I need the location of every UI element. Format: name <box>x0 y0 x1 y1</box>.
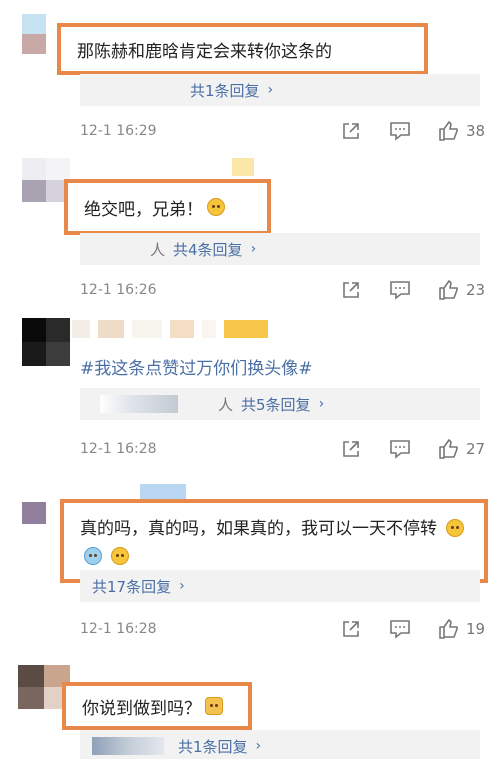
reply-count-link[interactable]: 共17条回复 <box>92 576 171 597</box>
reply-box[interactable]: 共17条回复 › <box>80 570 480 602</box>
timestamp: 12-1 16:26 <box>80 282 157 298</box>
crying-emoji-icon <box>84 547 102 565</box>
comment-button[interactable] <box>389 280 411 300</box>
like-count: 27 <box>466 440 486 458</box>
comment-text: 你说到做到吗？ <box>82 698 201 719</box>
share-button[interactable] <box>341 439 361 459</box>
like-button[interactable]: 19 <box>438 618 485 640</box>
avatar[interactable] <box>22 14 46 54</box>
comment-icon <box>390 122 410 141</box>
avatar[interactable] <box>22 502 46 524</box>
thumbs-up-icon <box>439 439 458 459</box>
reply-preview-text: 人 <box>218 395 234 414</box>
smile-emoji-icon <box>207 198 225 216</box>
reply-count-link[interactable]: 共5条回复 <box>241 394 311 415</box>
chevron-right-icon: › <box>250 241 257 257</box>
share-button[interactable] <box>341 280 361 300</box>
comment-text-highlight: 那陈赫和鹿晗肯定会来转你这条的 <box>57 23 428 75</box>
cat-emoji-icon <box>205 697 223 715</box>
thumbs-up-icon <box>439 619 458 639</box>
reply-count-link[interactable]: 共1条回复 <box>190 80 260 101</box>
reply-count-link[interactable]: 共1条回复 <box>178 736 248 757</box>
thumbs-up-icon <box>439 280 458 300</box>
timestamp: 12-1 16:28 <box>80 621 157 637</box>
reply-box[interactable]: 共1条回复 › <box>80 730 480 759</box>
like-count: 19 <box>466 620 486 638</box>
like-button[interactable]: 38 <box>438 120 485 142</box>
hashtag-link[interactable]: #我这条点赞过万你们换头像# <box>80 359 313 379</box>
comment-icon <box>390 620 410 639</box>
redacted-avatars <box>92 737 164 755</box>
reply-preview-text: 人 <box>150 240 166 259</box>
redacted-avatars <box>100 395 178 413</box>
comment-3: #我这条点赞过万你们换头像# 人 共5条回复 › 12-1 16:28 27 <box>0 310 500 480</box>
avatar[interactable] <box>22 158 70 202</box>
reply-box[interactable]: 人 共5条回复 › <box>80 388 480 420</box>
emoji-icon <box>446 519 465 537</box>
reply-box[interactable]: 共1条回复 › <box>80 74 480 106</box>
emoji-icon <box>111 547 130 565</box>
thumbs-up-icon <box>439 121 458 141</box>
comment-text: 绝交吧，兄弟！ <box>84 199 203 220</box>
share-icon <box>343 441 359 457</box>
username-redacted <box>72 320 268 338</box>
timestamp: 12-1 16:28 <box>80 441 157 457</box>
share-button[interactable] <box>341 619 361 639</box>
comment-2: 绝交吧，兄弟！ 人 共4条回复 › 12-1 16:26 23 <box>0 150 500 310</box>
chevron-right-icon: › <box>318 396 325 412</box>
username-redacted <box>232 158 254 176</box>
comment-text: #我这条点赞过万你们换头像# <box>80 354 313 379</box>
reply-count-link[interactable]: 共4条回复 <box>173 239 243 260</box>
like-button[interactable]: 27 <box>438 438 485 460</box>
comment-text: 那陈赫和鹿晗肯定会来转你这条的 <box>77 41 332 62</box>
like-button[interactable]: 23 <box>438 279 485 301</box>
comment-text-highlight: 你说到做到吗？ <box>62 682 252 730</box>
share-icon <box>343 123 359 139</box>
chevron-right-icon: › <box>267 82 274 98</box>
comment-button[interactable] <box>389 439 411 459</box>
comment-text-highlight: 绝交吧，兄弟！ <box>64 179 271 235</box>
comment-4: 真的吗，真的吗，如果真的，我可以一天不停转 共17条回复 › 12-1 16:2… <box>0 480 500 650</box>
like-count: 38 <box>466 122 486 140</box>
avatar[interactable] <box>22 318 70 366</box>
comment-text: 真的吗，真的吗，如果真的，我可以一天不停转 <box>80 519 437 539</box>
chevron-right-icon: › <box>255 738 262 754</box>
comment-icon <box>390 281 410 300</box>
chevron-right-icon: › <box>179 578 185 594</box>
comment-icon <box>390 440 410 459</box>
comment-5: 你说到做到吗？ 共1条回复 › <box>0 655 500 759</box>
reply-box[interactable]: 人 共4条回复 › <box>80 233 480 265</box>
comment-button[interactable] <box>389 121 411 141</box>
share-icon <box>343 282 359 298</box>
comment-1: 那陈赫和鹿晗肯定会来转你这条的 共1条回复 › 12-1 16:29 38 <box>0 0 500 150</box>
share-icon <box>343 621 359 637</box>
timestamp: 12-1 16:29 <box>80 123 157 139</box>
comment-button[interactable] <box>389 619 411 639</box>
share-button[interactable] <box>341 121 361 141</box>
like-count: 23 <box>466 281 486 299</box>
